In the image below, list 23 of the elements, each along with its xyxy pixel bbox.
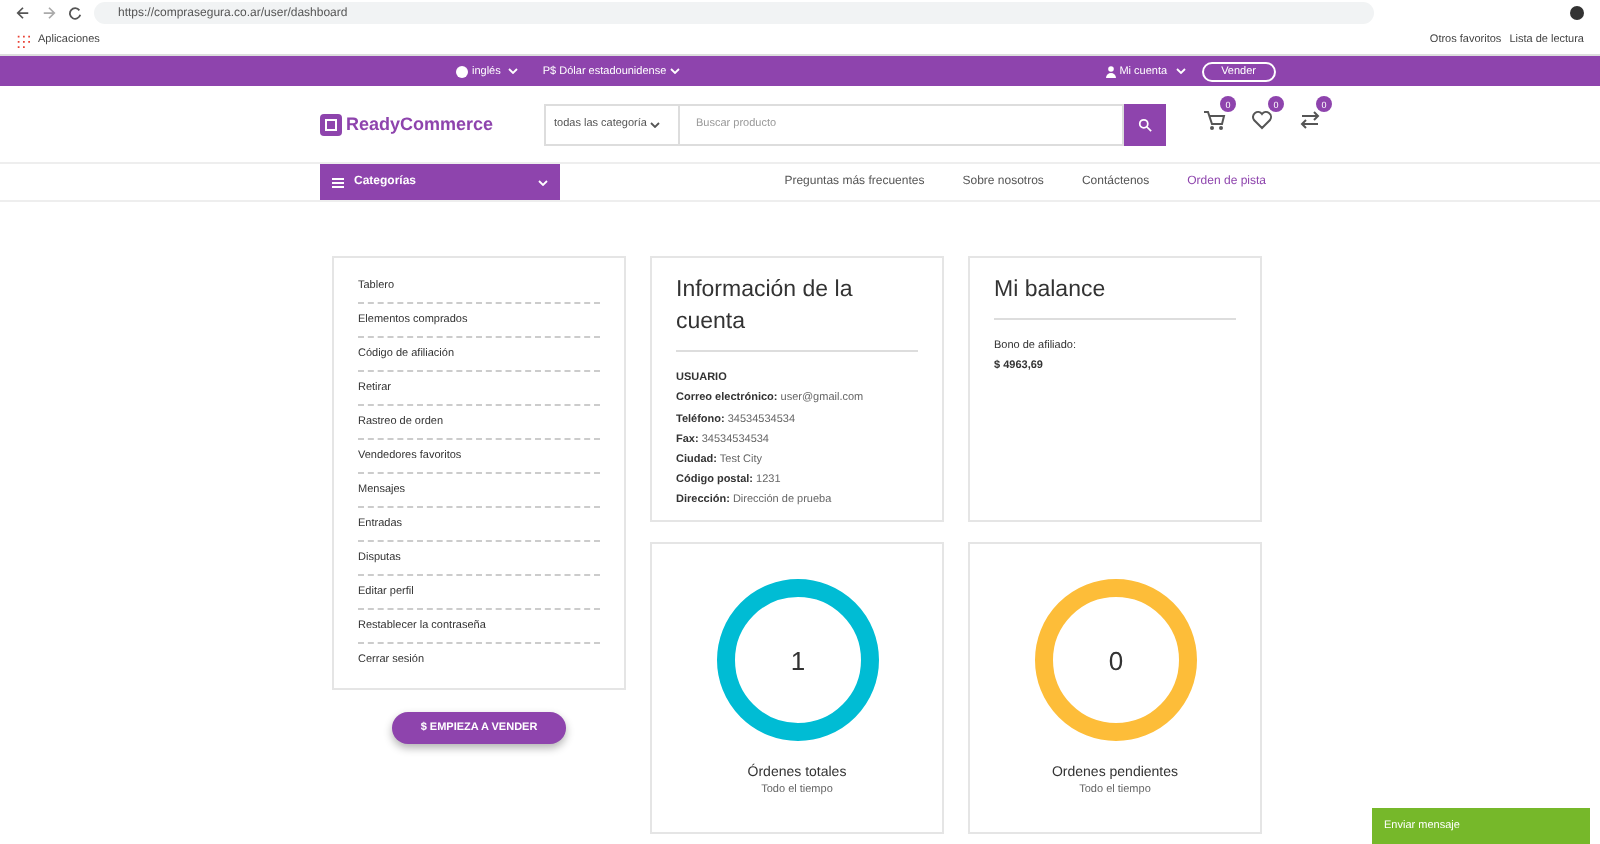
- cart-icon[interactable]: [1202, 108, 1226, 132]
- stat-value: 0: [1107, 646, 1123, 676]
- caret-icon: [670, 68, 681, 74]
- search-button[interactable]: [1124, 103, 1166, 145]
- stat-value: 1: [789, 646, 805, 676]
- apps-icon[interactable]: [16, 33, 30, 47]
- caret-icon: [538, 179, 548, 185]
- reload-icon[interactable]: [68, 6, 82, 20]
- logo-text[interactable]: ReadyCommerce: [346, 114, 494, 134]
- card-title: Información de la cuenta: [676, 274, 918, 353]
- caret-icon: [1175, 68, 1186, 74]
- heart-icon[interactable]: [1250, 108, 1274, 132]
- search-icon: [1138, 117, 1152, 131]
- caret-icon: [508, 68, 519, 74]
- logo-icon: [320, 113, 342, 135]
- card-title: Mi balance: [994, 274, 1236, 321]
- menu-icon[interactable]: [332, 177, 344, 187]
- back-icon[interactable]: [16, 6, 30, 20]
- caret-icon: [650, 121, 661, 127]
- avatar-icon[interactable]: [1570, 6, 1584, 20]
- user-icon: [1105, 65, 1116, 77]
- globe-icon: [456, 65, 468, 77]
- arrows-icon[interactable]: [1298, 108, 1322, 132]
